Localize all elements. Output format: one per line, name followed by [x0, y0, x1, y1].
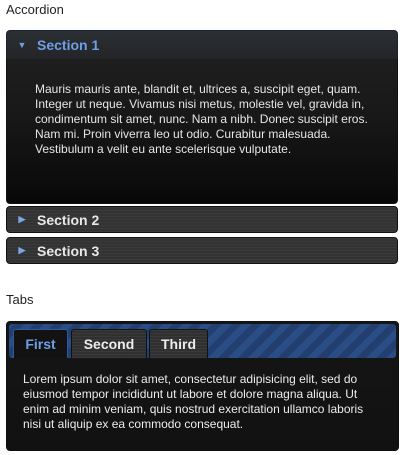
triangle-right-icon: ▶ [18, 214, 26, 224]
tab-panel-content: Lorem ipsum dolor sit amet, consectetur … [23, 372, 364, 431]
accordion-section-1-label: Section 1 [37, 37, 100, 53]
accordion-section-3-header[interactable]: ▶ Section 3 [6, 237, 398, 264]
accordion-section-1-header[interactable]: ▼ Section 1 [6, 30, 398, 60]
triangle-down-icon: ▼ [17, 39, 27, 50]
accordion-section-1-content: Mauris mauris ante, blandit et, ultrices… [6, 59, 398, 204]
tabs-heading: Tabs [6, 292, 34, 307]
accordion-section-2-label: Section 2 [37, 211, 100, 228]
accordion-section-3-label: Section 3 [37, 242, 100, 259]
tabs-widget: First Second Third Lorem ipsum dolor sit… [6, 321, 399, 451]
tab-third[interactable]: Third [149, 329, 208, 358]
tabs-bar: First Second Third [9, 324, 396, 358]
triangle-right-icon: ▶ [18, 245, 26, 255]
accordion-section-2-header[interactable]: ▶ Section 2 [6, 206, 398, 233]
tab-first[interactable]: First [13, 329, 68, 358]
accordion-heading: Accordion [6, 2, 64, 17]
tab-second[interactable]: Second [71, 329, 147, 358]
